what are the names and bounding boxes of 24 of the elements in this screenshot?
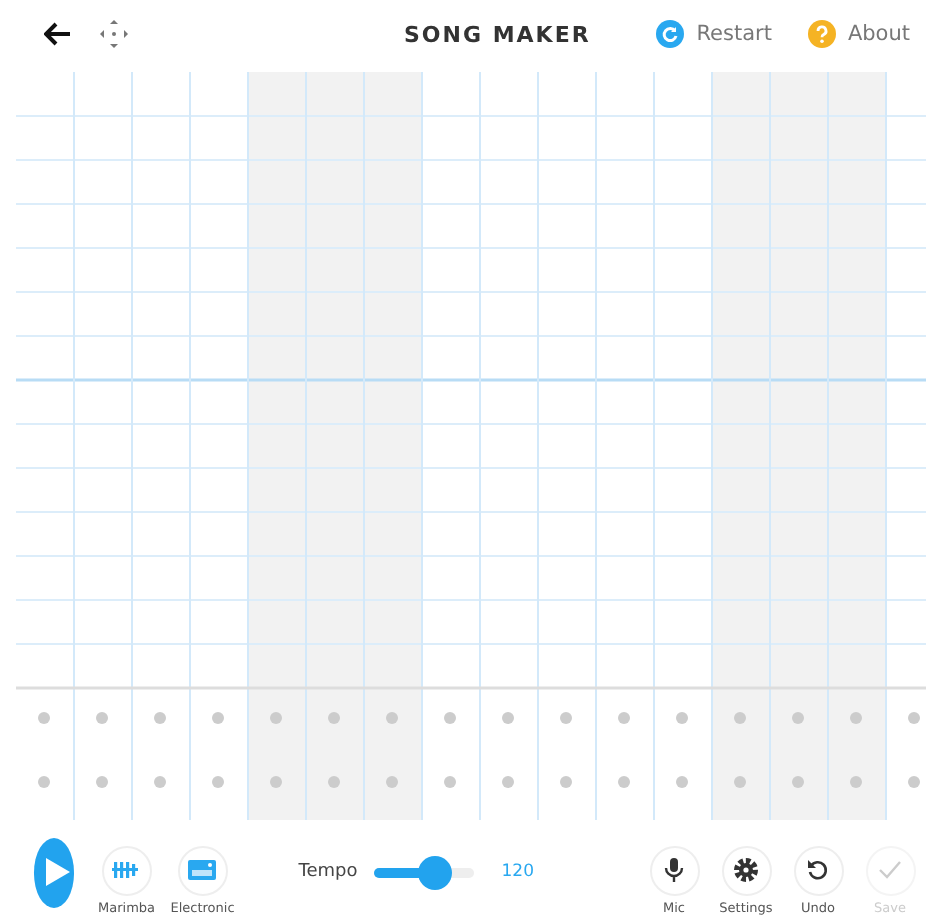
refresh-icon bbox=[656, 20, 685, 48]
app-title: SONG MAKER bbox=[404, 21, 593, 47]
undo-icon bbox=[804, 856, 832, 884]
back-arrow-icon[interactable] bbox=[44, 22, 72, 46]
electronic-button[interactable] bbox=[177, 845, 228, 895]
play-button[interactable] bbox=[34, 837, 75, 907]
play-icon bbox=[45, 858, 70, 886]
move-arrows-icon[interactable] bbox=[100, 20, 128, 48]
checkmark-icon bbox=[876, 856, 904, 884]
help-icon bbox=[807, 20, 836, 48]
settings-button[interactable] bbox=[721, 845, 771, 895]
tempo-slider[interactable] bbox=[373, 855, 474, 889]
tempo-label: Tempo bbox=[298, 862, 358, 882]
mic-button[interactable] bbox=[649, 845, 699, 895]
restart-link[interactable]: Restart bbox=[656, 20, 772, 48]
slider-thumb[interactable] bbox=[417, 855, 452, 889]
tempo-value: 120 bbox=[501, 862, 534, 882]
gear-icon bbox=[732, 856, 760, 884]
keyboard-icon bbox=[188, 858, 217, 882]
marimba-button[interactable] bbox=[101, 845, 152, 895]
undo-button[interactable] bbox=[793, 845, 843, 895]
about-link[interactable]: About bbox=[807, 20, 910, 48]
marimba-icon bbox=[112, 858, 141, 882]
microphone-icon bbox=[660, 856, 688, 884]
